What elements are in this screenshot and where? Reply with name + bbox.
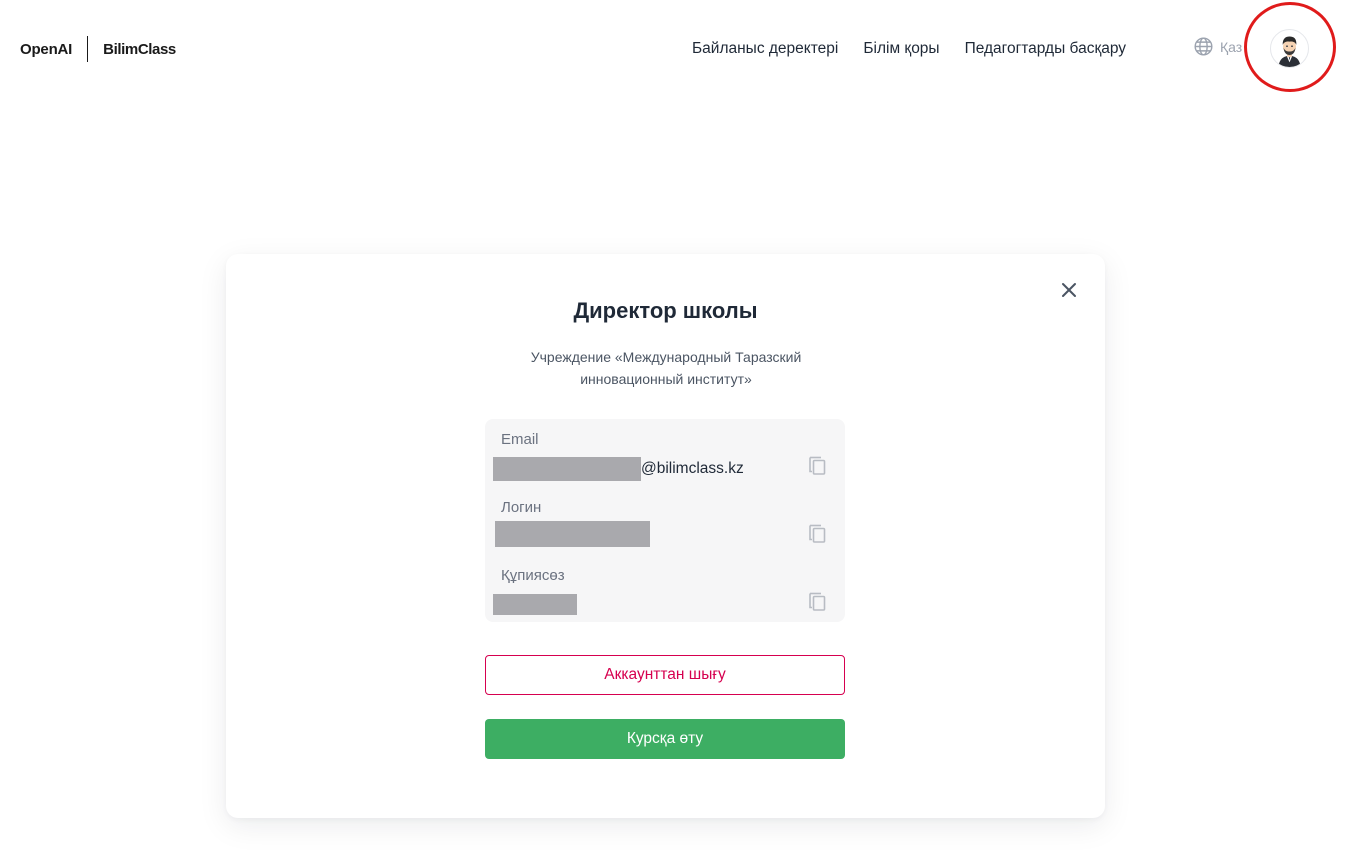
password-row: Құпиясөз xyxy=(485,567,845,629)
copy-icon xyxy=(809,524,826,543)
email-suffix: @bilimclass.kz xyxy=(641,460,744,477)
logo-divider xyxy=(87,36,89,62)
user-avatar-icon[interactable] xyxy=(1270,29,1309,68)
language-label: Қаз xyxy=(1220,38,1243,55)
login-row: Логин xyxy=(485,499,845,561)
close-icon xyxy=(1062,283,1076,297)
copy-icon xyxy=(809,456,826,475)
password-label: Құпиясөз xyxy=(501,567,565,584)
modal-title: Директор школы xyxy=(573,298,758,323)
email-redaction xyxy=(493,457,641,481)
login-redaction xyxy=(495,521,650,547)
copy-login-button[interactable] xyxy=(807,521,829,545)
login-label: Логин xyxy=(501,499,542,516)
modal-subtitle: Учреждение «Международный Таразский инно… xyxy=(530,349,802,387)
login-value xyxy=(495,521,650,547)
nav-link-teacher-management[interactable]: Педагогтарды басқару xyxy=(965,40,1126,58)
email-value: @bilimclass.kz xyxy=(493,457,744,481)
language-switcher[interactable]: Қаз xyxy=(1193,36,1245,57)
email-label: Email xyxy=(501,431,539,448)
nav-link-contacts[interactable]: Байланыс деректері xyxy=(692,40,838,58)
logout-button[interactable]: Аккаунттан шығу xyxy=(485,655,845,695)
profile-modal: Директор школы Учреждение «Международный… xyxy=(226,254,1105,818)
password-value xyxy=(493,593,577,615)
brand-logo[interactable]: OpenAI BilimClass xyxy=(20,36,176,62)
go-to-course-button[interactable]: Курсқа өту xyxy=(485,719,845,759)
nav-link-knowledge-base[interactable]: Білім қоры xyxy=(863,40,939,58)
main-nav: Байланыс деректері Білім қоры Педагогтар… xyxy=(692,38,1151,60)
top-header: OpenAI BilimClass Байланыс деректері Біл… xyxy=(0,0,1366,96)
password-redaction xyxy=(493,593,577,615)
bilimclass-logo-text: BilimClass xyxy=(103,40,176,58)
credentials-box: Email @bilimclass.kz Логин Құпиясөз xyxy=(485,419,845,622)
copy-icon xyxy=(809,592,826,611)
openai-logo-text: OpenAI xyxy=(20,40,73,58)
copy-email-button[interactable] xyxy=(807,453,829,477)
email-row: Email @bilimclass.kz xyxy=(485,431,845,493)
globe-icon xyxy=(1194,37,1213,56)
close-button[interactable] xyxy=(1059,280,1079,300)
copy-password-button[interactable] xyxy=(807,589,829,613)
